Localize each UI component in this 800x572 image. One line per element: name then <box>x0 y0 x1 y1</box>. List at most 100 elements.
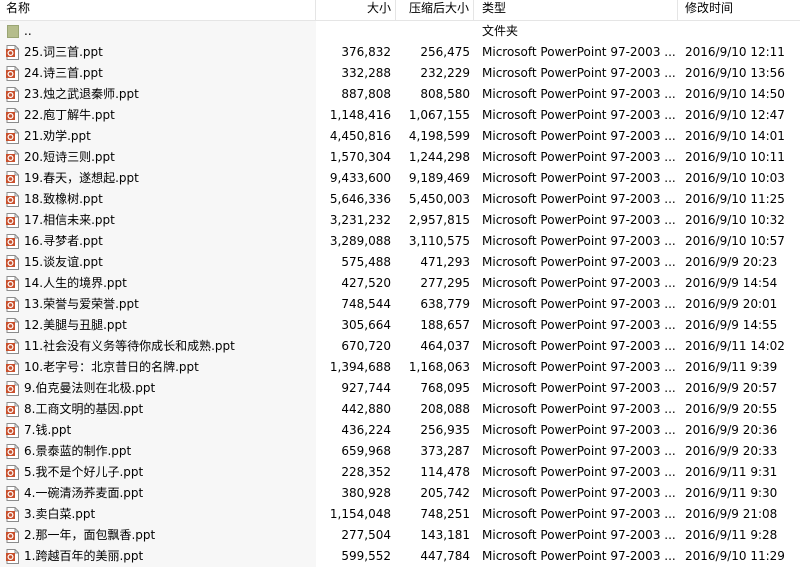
file-name-cell: 24.诗三首.ppt <box>0 63 316 84</box>
file-row[interactable]: 10.老字号：北京昔日的名牌.ppt 1,394,688 1,168,063 Micr… <box>0 357 800 378</box>
column-header-modified[interactable]: 修改时间 <box>678 0 800 20</box>
file-name-cell: 18.致橡树.ppt <box>0 189 316 210</box>
file-name: 8.工商文明的基因.ppt <box>24 402 144 416</box>
file-name: 15.谈友谊.ppt <box>24 255 103 269</box>
ppt-file-icon <box>6 549 19 564</box>
file-size: 380,928 <box>341 486 391 500</box>
folder-icon <box>7 25 19 38</box>
file-modified: 2016/9/10 10:57 <box>685 234 785 248</box>
file-compressed-size: 205,742 <box>420 486 470 500</box>
ppt-file-icon <box>6 255 19 270</box>
file-type: Microsoft PowerPoint 97-2003 ... <box>482 507 676 521</box>
compressed-size-cell <box>396 21 474 42</box>
file-row[interactable]: 12.美腿与丑腿.ppt 305,664 188,657 Microsoft Powe… <box>0 315 800 336</box>
file-row[interactable]: 20.短诗三则.ppt 1,570,304 1,244,298 Microsoft P… <box>0 147 800 168</box>
file-row[interactable]: 17.相信未来.ppt 3,231,232 2,957,815 Microsoft P… <box>0 210 800 231</box>
file-size: 427,520 <box>341 276 391 290</box>
file-row[interactable]: 4.一碗清汤荞麦面.ppt 380,928 205,742 Microsoft Pow… <box>0 483 800 504</box>
file-name: 13.荣誉与爱荣誉.ppt <box>24 297 139 311</box>
file-type: Microsoft PowerPoint 97-2003 ... <box>482 381 676 395</box>
file-compressed-size: 277,295 <box>420 276 470 290</box>
file-compressed-size: 2,957,815 <box>408 213 470 227</box>
file-modified: 2016/9/10 14:01 <box>685 129 785 143</box>
file-row[interactable]: 11.社会没有义务等待你成长和成熟.ppt 670,720 464,037 Micro… <box>0 336 800 357</box>
file-size: 277,504 <box>341 528 391 542</box>
file-row[interactable]: 7.钱.ppt 436,224 256,935 Microsoft PowerPoin… <box>0 420 800 441</box>
ppt-file-icon <box>6 423 19 438</box>
file-row[interactable]: 6.景泰蓝的制作.ppt 659,968 373,287 Microsoft Powe… <box>0 441 800 462</box>
file-row[interactable]: 15.谈友谊.ppt 575,488 471,293 Microsoft PowerP… <box>0 252 800 273</box>
file-row[interactable]: 24.诗三首.ppt 332,288 232,229 Microsoft PowerP… <box>0 63 800 84</box>
file-row[interactable]: 22.庖丁解牛.ppt 1,148,416 1,067,155 Microsoft P… <box>0 105 800 126</box>
ppt-file-icon <box>6 108 19 123</box>
file-row[interactable]: 14.人生的境界.ppt 427,520 277,295 Microsoft Powe… <box>0 273 800 294</box>
column-header-type[interactable]: 类型 <box>474 0 678 20</box>
file-name-cell: 25.词三首.ppt <box>0 42 316 63</box>
file-row[interactable]: 1.跨越百年的美丽.ppt 599,552 447,784 Microsoft Pow… <box>0 546 800 567</box>
file-row[interactable]: 2.那一年，面包飘香.ppt 277,504 143,181 Microsoft Po… <box>0 525 800 546</box>
column-header-size[interactable]: 大小 <box>316 0 396 20</box>
file-row[interactable]: 16.寻梦者.ppt 3,289,088 3,110,575 Microsoft Po… <box>0 231 800 252</box>
file-compressed-size: 114,478 <box>420 465 470 479</box>
file-name-cell: 11.社会没有义务等待你成长和成熟.ppt <box>0 336 316 357</box>
file-name-cell: 2.那一年，面包飘香.ppt <box>0 525 316 546</box>
file-modified: 2016/9/9 14:54 <box>685 276 778 290</box>
file-size: 332,288 <box>341 66 391 80</box>
file-row[interactable]: 8.工商文明的基因.ppt 442,880 208,088 Microsoft Pow… <box>0 399 800 420</box>
file-size: 1,394,688 <box>329 360 391 374</box>
file-name-cell: 8.工商文明的基因.ppt <box>0 399 316 420</box>
file-row[interactable]: 25.词三首.ppt 376,832 256,475 Microsoft PowerP… <box>0 42 800 63</box>
ppt-file-icon <box>6 444 19 459</box>
file-type: Microsoft PowerPoint 97-2003 ... <box>482 150 676 164</box>
file-name-cell: 22.庖丁解牛.ppt <box>0 105 316 126</box>
file-row[interactable]: 19.春天，遂想起.ppt 9,433,600 9,189,469 Microsoft… <box>0 168 800 189</box>
file-row[interactable]: 13.荣誉与爱荣誉.ppt 748,544 638,779 Microsoft Pow… <box>0 294 800 315</box>
ppt-file-icon <box>6 402 19 417</box>
file-size: 442,880 <box>341 402 391 416</box>
column-header-name[interactable]: 名称 <box>0 0 316 20</box>
file-type: Microsoft PowerPoint 97-2003 ... <box>482 45 676 59</box>
file-row[interactable]: 21.劝学.ppt 4,450,816 4,198,599 Microsoft Pow… <box>0 126 800 147</box>
file-row[interactable]: 23.烛之武退秦师.ppt 887,808 808,580 Microsoft Pow… <box>0 84 800 105</box>
file-compressed-size: 373,287 <box>420 444 470 458</box>
file-name: 9.伯克曼法则在北极.ppt <box>24 381 156 395</box>
file-name: 23.烛之武退秦师.ppt <box>24 87 139 101</box>
file-size: 3,289,088 <box>329 234 391 248</box>
file-name-cell: 23.烛之武退秦师.ppt <box>0 84 316 105</box>
file-compressed-size: 232,229 <box>420 66 470 80</box>
ppt-file-icon <box>6 129 19 144</box>
file-name: 12.美腿与丑腿.ppt <box>24 318 127 332</box>
file-type: Microsoft PowerPoint 97-2003 ... <box>482 66 676 80</box>
file-compressed-size: 256,935 <box>420 423 470 437</box>
file-name-cell: 13.荣誉与爱荣誉.ppt <box>0 294 316 315</box>
file-name: 19.春天，遂想起.ppt <box>24 171 139 185</box>
file-size: 1,154,048 <box>329 507 391 521</box>
file-size: 887,808 <box>341 87 391 101</box>
file-size: 3,231,232 <box>329 213 391 227</box>
file-modified: 2016/9/10 12:47 <box>685 108 785 122</box>
file-size: 376,832 <box>341 45 391 59</box>
file-type: Microsoft PowerPoint 97-2003 ... <box>482 360 676 374</box>
file-compressed-size: 3,110,575 <box>408 234 470 248</box>
file-row[interactable]: 5.我不是个好儿子.ppt 228,352 114,478 Microsoft Pow… <box>0 462 800 483</box>
file-name: 5.我不是个好儿子.ppt <box>24 465 144 479</box>
file-name-cell: 5.我不是个好儿子.ppt <box>0 462 316 483</box>
file-size: 670,720 <box>341 339 391 353</box>
file-compressed-size: 1,067,155 <box>408 108 470 122</box>
file-type: Microsoft PowerPoint 97-2003 ... <box>482 192 676 206</box>
file-name: 25.词三首.ppt <box>24 45 103 59</box>
file-name: 2.那一年，面包飘香.ppt <box>24 528 156 542</box>
file-size: 5,646,336 <box>329 192 391 206</box>
file-type: Microsoft PowerPoint 97-2003 ... <box>482 318 676 332</box>
parent-folder-name: .. <box>24 24 32 38</box>
column-header-compressed-size[interactable]: 压缩后大小 <box>396 0 474 20</box>
file-type: Microsoft PowerPoint 97-2003 ... <box>482 423 676 437</box>
file-type: Microsoft PowerPoint 97-2003 ... <box>482 171 676 185</box>
file-size: 228,352 <box>341 465 391 479</box>
file-row[interactable]: 9.伯克曼法则在北极.ppt 927,744 768,095 Microsoft Po… <box>0 378 800 399</box>
parent-folder-row[interactable]: .. 文件夹 <box>0 21 800 42</box>
file-row[interactable]: 3.卖白菜.ppt 1,154,048 748,251 Microsoft Power… <box>0 504 800 525</box>
file-name-cell: 12.美腿与丑腿.ppt <box>0 315 316 336</box>
file-row[interactable]: 18.致橡树.ppt 5,646,336 5,450,003 Microsoft Po… <box>0 189 800 210</box>
file-name: 7.钱.ppt <box>24 423 72 437</box>
